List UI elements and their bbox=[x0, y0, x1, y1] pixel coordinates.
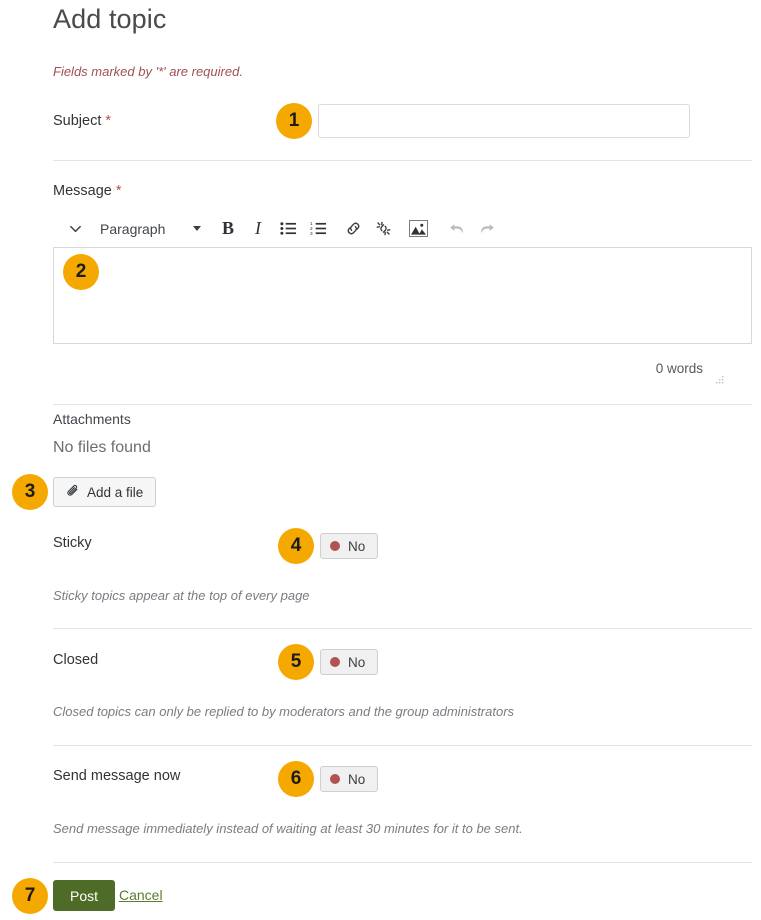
sticky-label: Sticky bbox=[53, 533, 92, 553]
callout-badge-7: 7 bbox=[12, 878, 48, 914]
image-icon-frame bbox=[409, 220, 428, 237]
italic-icon[interactable]: I bbox=[245, 215, 271, 243]
svg-text:3: 3 bbox=[310, 231, 313, 236]
subject-label: Subject * bbox=[53, 111, 111, 131]
status-dot-icon bbox=[330, 541, 340, 551]
undo-icon[interactable] bbox=[444, 215, 470, 243]
subject-input[interactable] bbox=[318, 104, 690, 138]
sticky-toggle-value: No bbox=[348, 539, 365, 554]
message-label: Message * bbox=[53, 181, 122, 201]
callout-badge-6: 6 bbox=[278, 761, 314, 797]
chevron-down-icon bbox=[193, 226, 201, 231]
attachments-empty-text: No files found bbox=[53, 439, 151, 457]
bold-icon[interactable]: B bbox=[215, 215, 241, 243]
send-message-now-toggle[interactable]: No bbox=[320, 766, 378, 792]
closed-toggle-value: No bbox=[348, 655, 365, 670]
redo-icon[interactable] bbox=[474, 215, 500, 243]
add-a-file-label: Add a file bbox=[87, 485, 143, 500]
callout-badge-4: 4 bbox=[278, 528, 314, 564]
send-message-now-toggle-value: No bbox=[348, 772, 365, 787]
format-select-value: Paragraph bbox=[100, 221, 165, 237]
page-title: Add topic bbox=[53, 2, 166, 36]
divider-after-closed bbox=[53, 745, 752, 746]
sticky-toggle[interactable]: No bbox=[320, 533, 378, 559]
bullet-list-icon[interactable] bbox=[275, 215, 301, 243]
closed-toggle[interactable]: No bbox=[320, 649, 378, 675]
callout-badge-3: 3 bbox=[12, 474, 48, 510]
sticky-help-text: Sticky topics appear at the top of every… bbox=[53, 587, 310, 605]
editor-toolbar: Paragraph B I 1 2 3 bbox=[53, 212, 752, 245]
send-message-now-help-text: Send message immediately instead of wait… bbox=[53, 820, 523, 838]
subject-label-text: Subject bbox=[53, 113, 101, 129]
message-label-text: Message bbox=[53, 183, 112, 199]
divider-before-attachments bbox=[53, 404, 752, 405]
word-count-label: 0 words bbox=[656, 361, 703, 376]
attachments-section-label: Attachments bbox=[53, 411, 131, 427]
post-button[interactable]: Post bbox=[53, 880, 115, 911]
subject-required-asterisk: * bbox=[105, 113, 111, 129]
send-message-now-label: Send message now bbox=[53, 766, 180, 786]
divider-after-subject bbox=[53, 160, 752, 161]
callout-badge-1: 1 bbox=[276, 103, 312, 139]
closed-help-text: Closed topics can only be replied to by … bbox=[53, 703, 514, 721]
divider-after-sticky bbox=[53, 628, 752, 629]
closed-label: Closed bbox=[53, 650, 98, 670]
image-icon[interactable] bbox=[405, 215, 431, 243]
link-icon[interactable] bbox=[340, 215, 366, 243]
add-topic-form-page: Add topic Fields marked by '*' are requi… bbox=[0, 0, 761, 920]
editor-resize-handle[interactable] bbox=[714, 373, 724, 383]
unlink-icon[interactable] bbox=[370, 215, 396, 243]
status-dot-icon bbox=[330, 774, 340, 784]
numbered-list-icon[interactable]: 1 2 3 bbox=[305, 215, 331, 243]
callout-badge-5: 5 bbox=[278, 644, 314, 680]
divider-before-actions bbox=[53, 862, 752, 863]
format-select[interactable]: Paragraph bbox=[98, 215, 206, 243]
cancel-link[interactable]: Cancel bbox=[119, 887, 163, 903]
toggle-toolbar-icon[interactable] bbox=[62, 215, 88, 243]
paperclip-icon bbox=[66, 484, 80, 501]
message-required-asterisk: * bbox=[116, 183, 122, 199]
status-dot-icon bbox=[330, 657, 340, 667]
required-fields-note: Fields marked by '*' are required. bbox=[53, 64, 243, 80]
callout-badge-2: 2 bbox=[63, 254, 99, 290]
message-editor-body[interactable] bbox=[53, 247, 752, 344]
add-a-file-button[interactable]: Add a file bbox=[53, 477, 156, 507]
